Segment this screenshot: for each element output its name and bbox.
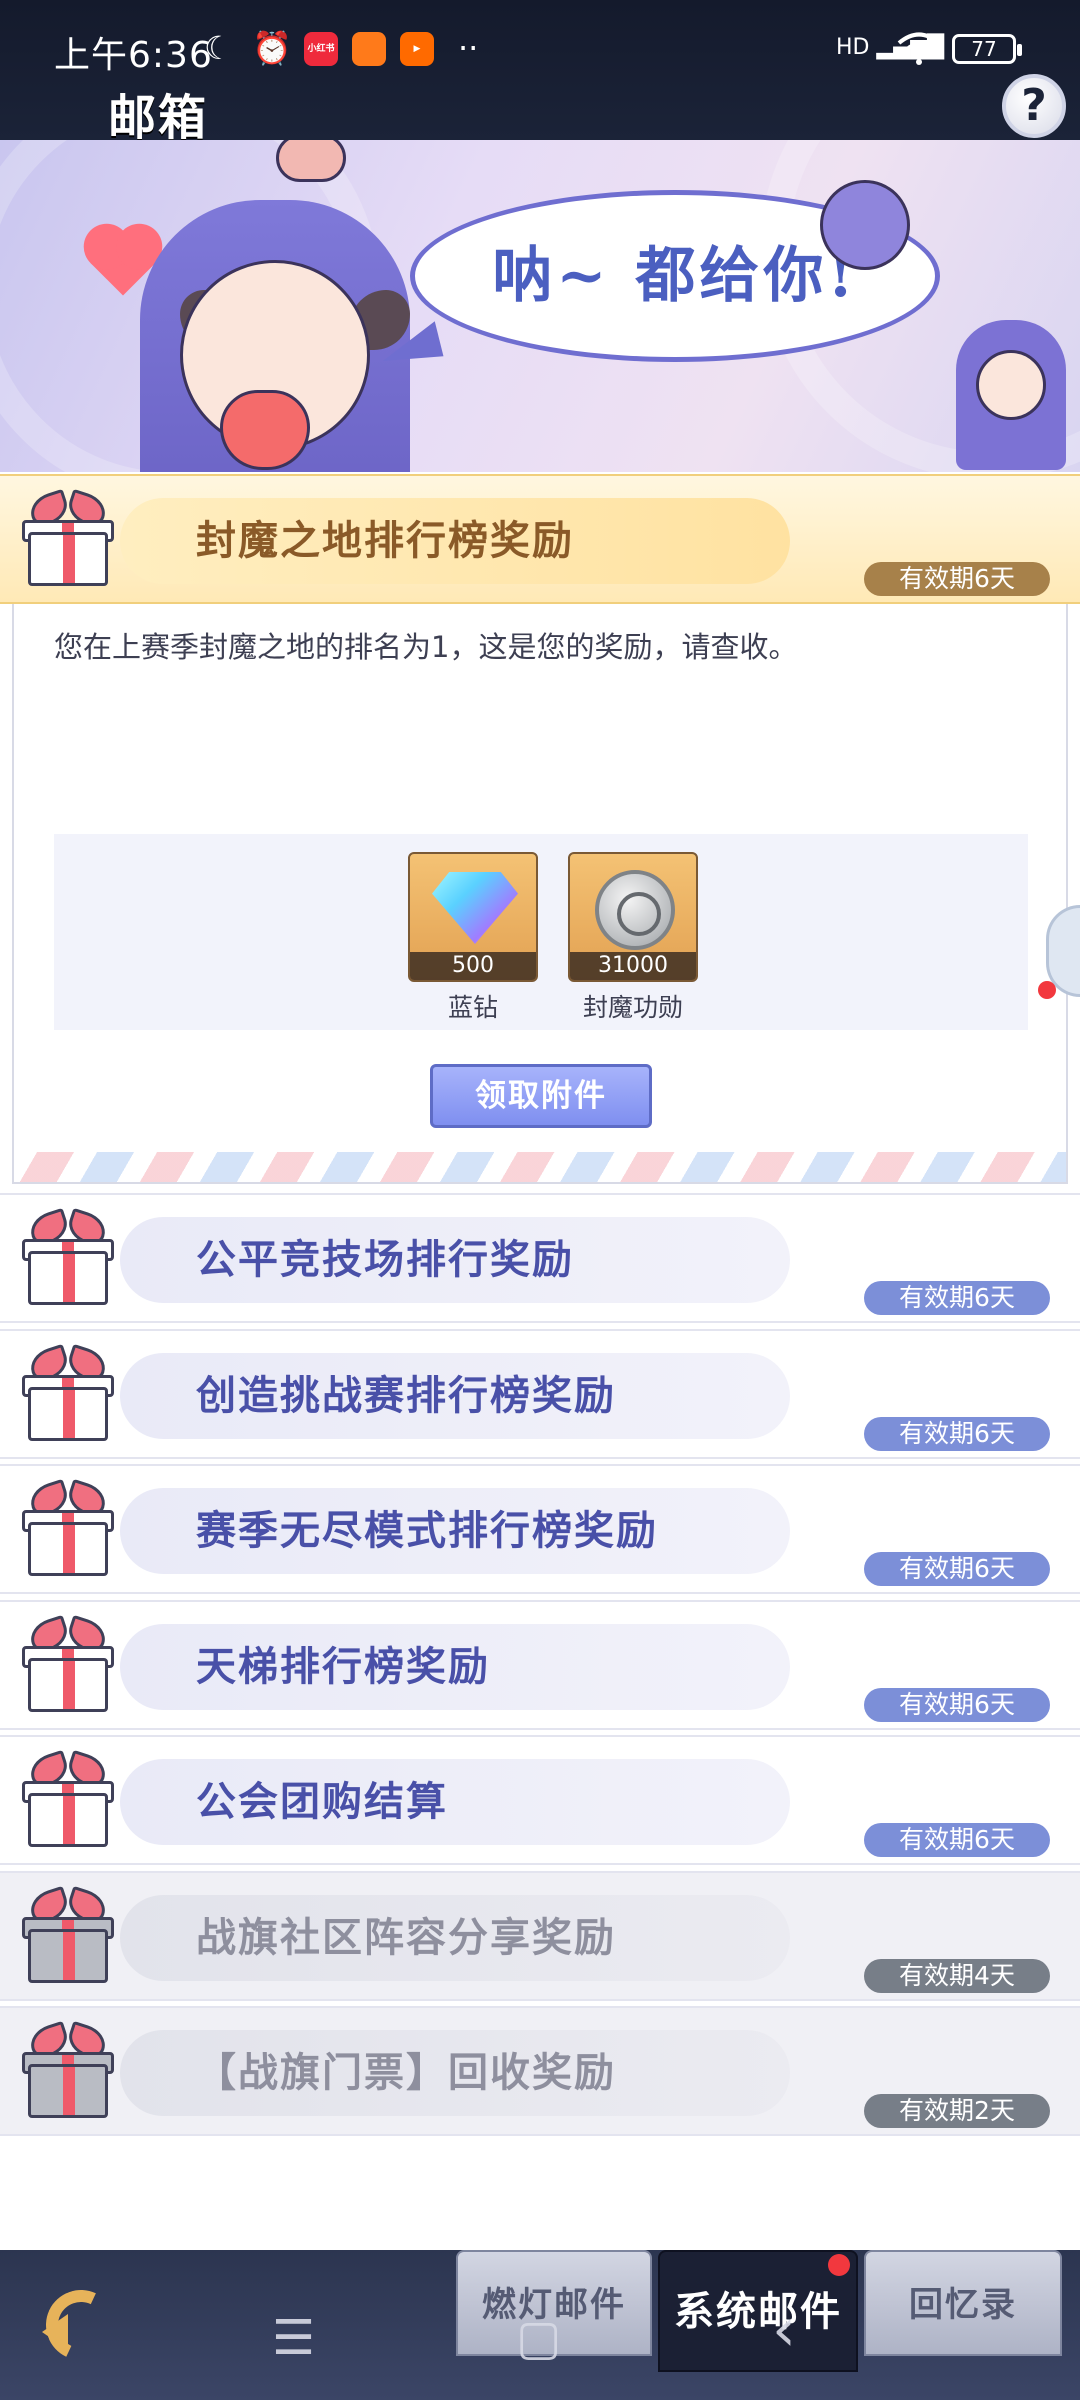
- mail-title: 【战旗门票】回收奖励: [196, 2049, 616, 2096]
- chibi-character-face: [976, 350, 1046, 420]
- heart-gift-icon: [220, 390, 310, 470]
- mail-item[interactable]: 战旗社区阵容分享奖励有效期4天: [0, 1871, 1080, 2001]
- tab-notification-dot: [828, 2254, 850, 2276]
- attachment-panel: 500 蓝钻 31000 封魔功勋: [54, 834, 1028, 1030]
- help-button[interactable]: ?: [1002, 74, 1066, 138]
- expiry-badge: 有效期6天: [864, 562, 1050, 596]
- gift-box-icon: [22, 2020, 114, 2122]
- mail-item[interactable]: 公会团购结算有效期6天: [0, 1735, 1080, 1865]
- mail-item[interactable]: 创造挑战赛排行榜奖励有效期6天: [0, 1329, 1080, 1459]
- pig-icon: [276, 140, 346, 182]
- home-icon[interactable]: ▢: [516, 2314, 561, 2362]
- tab-memoir[interactable]: 回忆录: [864, 2250, 1062, 2356]
- attachment-tile[interactable]: 31000: [568, 852, 698, 982]
- wifi-icon: [897, 32, 941, 65]
- status-time: 上午6:36: [54, 35, 213, 76]
- top-bar: 上午6:36 ☾ ⏰ 小红书 ▶ ·· HD ▂▄▆█ 77 邮箱 ?: [0, 0, 1080, 146]
- mail-content: 您在上赛季封魔之地的排名为1，这是您的奖励，请查收。 500 蓝钻 31000 …: [12, 604, 1068, 1184]
- silver-medal-icon: [595, 870, 675, 950]
- mail-title: 公会团购结算: [196, 1778, 448, 1825]
- video-app-icon: ▶: [400, 32, 434, 66]
- expiry-badge: 有效期6天: [864, 1688, 1050, 1722]
- menu-icon[interactable]: ☰: [272, 2314, 315, 2362]
- mail-title: 战旗社区阵容分享奖励: [196, 1914, 616, 1961]
- attachment-count: 31000: [570, 952, 696, 980]
- attachment-name: 蓝钻: [447, 993, 498, 1022]
- back-arrow-head: [42, 2314, 68, 2350]
- system-back-icon[interactable]: ‹: [772, 2300, 796, 2360]
- mail-item-open[interactable]: 封魔之地排行榜奖励 有效期6天: [0, 474, 1080, 604]
- attachment-count: 500: [410, 952, 536, 980]
- expiry-badge: 有效期4天: [864, 1959, 1050, 1993]
- gift-box-icon: [22, 1749, 114, 1851]
- notification-dot: [1038, 981, 1056, 999]
- back-button[interactable]: [36, 2280, 130, 2370]
- attachment-item[interactable]: 31000 封魔功勋: [568, 852, 698, 1024]
- blue-diamond-icon: [432, 872, 518, 944]
- airmail-stripe: [14, 1152, 1066, 1182]
- expiry-badge: 有效期6天: [864, 1823, 1050, 1857]
- page-title: 邮箱: [108, 90, 209, 146]
- shopping-app-icon: [352, 32, 386, 66]
- gift-box-icon: [22, 1207, 114, 1309]
- expiry-badge: 有效期6天: [864, 1417, 1050, 1451]
- gift-box-icon: [22, 1614, 114, 1716]
- expiry-badge: 有效期2天: [864, 2094, 1050, 2128]
- gift-box-icon: [22, 1885, 114, 1987]
- alarm-icon: ⏰: [252, 29, 292, 67]
- more-notifications-icon: ··: [458, 29, 479, 67]
- mail-item[interactable]: 天梯排行榜奖励有效期6天: [0, 1600, 1080, 1730]
- expiry-badge: 有效期6天: [864, 1552, 1050, 1586]
- mail-title: 赛季无尽模式排行榜奖励: [196, 1507, 658, 1554]
- attachment-item[interactable]: 500 蓝钻: [408, 852, 538, 1024]
- claim-attachment-button[interactable]: 领取附件: [430, 1064, 652, 1128]
- mail-title: 天梯排行榜奖励: [196, 1643, 490, 1690]
- attachment-tile[interactable]: 500: [408, 852, 538, 982]
- battery-indicator: 77: [952, 34, 1022, 64]
- mail-item[interactable]: 【战旗门票】回收奖励有效期2天: [0, 2006, 1080, 2136]
- gift-box-icon: [22, 1478, 114, 1580]
- mail-item[interactable]: 公平竞技场排行奖励有效期6天: [0, 1193, 1080, 1323]
- xiaohongshu-app-icon: 小红书: [304, 32, 338, 66]
- mail-title: 封魔之地排行榜奖励: [196, 517, 574, 564]
- gift-box-icon: [22, 488, 114, 590]
- mail-title: 创造挑战赛排行榜奖励: [196, 1372, 616, 1419]
- mailbox-banner: 呐~ 都给你!: [0, 140, 1080, 472]
- mail-message: 您在上赛季封魔之地的排名为1，这是您的奖励，请查收。: [54, 630, 798, 664]
- mail-title: 公平竞技场排行奖励: [196, 1236, 574, 1283]
- moon-icon: ☾: [204, 29, 233, 67]
- gift-box-icon: [22, 1343, 114, 1445]
- mail-item[interactable]: 赛季无尽模式排行榜奖励有效期6天: [0, 1464, 1080, 1594]
- expiry-badge: 有效期6天: [864, 1281, 1050, 1315]
- attachment-name: 封魔功勋: [582, 993, 683, 1022]
- chibi-character-small: [820, 180, 910, 270]
